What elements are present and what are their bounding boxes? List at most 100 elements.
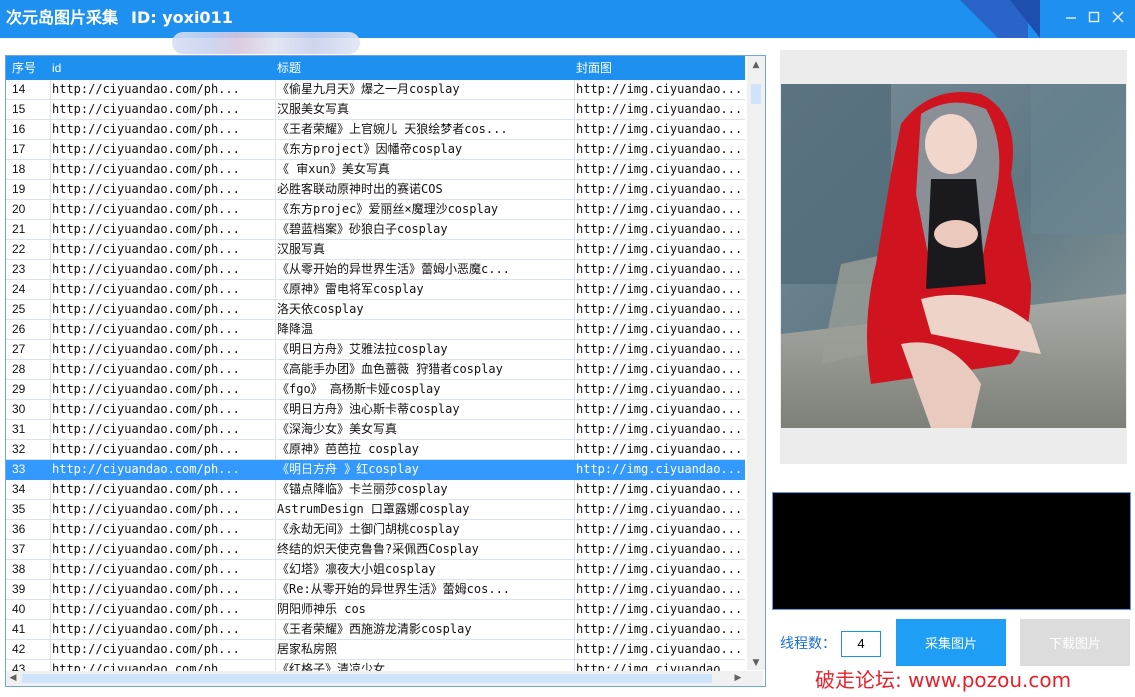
download-images-button[interactable]: 下载图片 (1020, 619, 1130, 666)
table-row[interactable]: 40 http://ciyuandao.com/ph... 阴阳师神乐 cos htt… (6, 600, 745, 620)
row-id: http://ciyuandao.com/ph... (52, 422, 240, 436)
minimize-icon[interactable] (1062, 10, 1080, 28)
scroll-right-arrow-icon[interactable]: ▶ (731, 671, 745, 686)
table-row[interactable]: 31 http://ciyuandao.com/ph... 《深海少女》美女写真 ht… (6, 420, 745, 440)
scroll-up-arrow-icon[interactable]: ▲ (747, 58, 765, 72)
row-cover: http://img.ciyuandao... (576, 462, 743, 476)
row-id: http://ciyuandao.com/ph... (52, 482, 240, 496)
row-number: 39 (12, 582, 26, 596)
scroll-down-arrow-icon[interactable]: ▼ (747, 656, 765, 670)
table-row[interactable]: 14 http://ciyuandao.com/ph... 《偷星九月天》爆之一月c… (6, 80, 745, 100)
row-cover: http://img.ciyuandao... (576, 102, 743, 116)
row-title: 《王者荣耀》西施游龙清影cosplay (277, 622, 472, 636)
row-number: 22 (12, 242, 26, 256)
row-cover: http://img.ciyuandao... (576, 642, 743, 656)
table-row[interactable]: 37 http://ciyuandao.com/ph... 终结的炽天使克鲁鲁?采佩… (6, 540, 745, 560)
maximize-icon[interactable] (1085, 10, 1103, 28)
row-title: 《原神》芭芭拉 cosplay (277, 442, 419, 456)
row-cover: http://img.ciyuandao... (576, 282, 743, 296)
column-header-no[interactable]: 序号 (12, 56, 36, 80)
column-header-title[interactable]: 标题 (277, 56, 301, 80)
table-row[interactable]: 28 http://ciyuandao.com/ph... 《高能手办团》血色蔷薇 … (6, 360, 745, 380)
window-title: 次元岛图片采集 (6, 8, 119, 27)
table-row[interactable]: 27 http://ciyuandao.com/ph... 《明日方舟》艾雅法拉co… (6, 340, 745, 360)
row-number: 40 (12, 602, 26, 616)
table-row[interactable]: 16 http://ciyuandao.com/ph... 《王者荣耀》上官婉儿 天… (6, 120, 745, 140)
row-cover: http://img.ciyuandao... (576, 502, 743, 516)
row-number: 32 (12, 442, 26, 456)
row-cover: http://img.ciyuandao... (576, 342, 743, 356)
image-list[interactable]: 序号 id 标题 封面图 14 http://ciyuandao.com/ph..… (5, 55, 766, 687)
row-cover: http://img.ciyuandao... (576, 422, 743, 436)
row-id: http://ciyuandao.com/ph... (52, 502, 240, 516)
table-row[interactable]: 26 http://ciyuandao.com/ph... 降降温 http://im… (6, 320, 745, 340)
row-title: 《永劫无间》土御门胡桃cosplay (277, 522, 460, 536)
table-row[interactable]: 20 http://ciyuandao.com/ph... 《东方projec》爱丽… (6, 200, 745, 220)
row-id: http://ciyuandao.com/ph... (52, 622, 240, 636)
vertical-scroll-thumb[interactable] (751, 84, 761, 104)
table-row[interactable]: 32 http://ciyuandao.com/ph... 《原神》芭芭拉 cosp… (6, 440, 745, 460)
horizontal-scrollbar[interactable]: ◀ ▶ (6, 671, 763, 686)
row-cover: http://img.ciyuandao... (576, 482, 743, 496)
row-cover: http://img.ciyuandao... (576, 602, 743, 616)
row-number: 27 (12, 342, 26, 356)
table-row[interactable]: 18 http://ciyuandao.com/ph... 《 审xun》美女写真 h… (6, 160, 745, 180)
close-icon[interactable] (1109, 10, 1127, 28)
titlebar-decoration (960, 0, 998, 38)
row-number: 19 (12, 182, 26, 196)
table-row[interactable]: 35 http://ciyuandao.com/ph... AstrumDesign… (6, 500, 745, 520)
row-cover: http://img.ciyuandao... (576, 322, 743, 336)
row-number: 24 (12, 282, 26, 296)
row-title: 《深海少女》美女写真 (277, 422, 398, 436)
row-number: 23 (12, 262, 26, 276)
scroll-left-arrow-icon[interactable]: ◀ (6, 671, 20, 686)
thread-count-input[interactable] (841, 631, 881, 657)
row-number: 16 (12, 122, 26, 136)
row-title: AstrumDesign 口罩露娜cosplay (277, 502, 470, 516)
table-row[interactable]: 34 http://ciyuandao.com/ph... 《锚点降临》卡兰丽莎co… (6, 480, 745, 500)
row-cover: http://img.ciyuandao... (576, 542, 743, 556)
table-row[interactable]: 19 http://ciyuandao.com/ph... 必胜客联动原神时出的赛诺… (6, 180, 745, 200)
table-row[interactable]: 25 http://ciyuandao.com/ph... 洛天依cosplay ht… (6, 300, 745, 320)
table-row[interactable]: 39 http://ciyuandao.com/ph... 《Re:从零开始的异世界… (6, 580, 745, 600)
row-title: 《明日方舟》艾雅法拉cosplay (277, 342, 448, 356)
row-cover: http://img.ciyuandao... (576, 442, 743, 456)
row-number: 42 (12, 642, 26, 656)
table-row[interactable]: 30 http://ciyuandao.com/ph... 《明日方舟》浊心斯卡蒂c… (6, 400, 745, 420)
table-row[interactable]: 15 http://ciyuandao.com/ph... 汉服美女写真 http:/… (6, 100, 745, 120)
collect-images-button[interactable]: 采集图片 (896, 619, 1006, 666)
horizontal-scroll-thumb[interactable] (22, 674, 712, 683)
vertical-scrollbar[interactable]: ▲ ▼ (747, 56, 765, 670)
column-header-id[interactable]: id (52, 56, 61, 80)
table-row[interactable]: 41 http://ciyuandao.com/ph... 《王者荣耀》西施游龙清影… (6, 620, 745, 640)
row-id: http://ciyuandao.com/ph... (52, 242, 240, 256)
row-id: http://ciyuandao.com/ph... (52, 122, 240, 136)
row-cover: http://img.ciyuandao... (576, 142, 743, 156)
table-row[interactable]: 22 http://ciyuandao.com/ph... 汉服写真 http://i… (6, 240, 745, 260)
row-title: 《原神》雷电将军cosplay (277, 282, 424, 296)
row-cover: http://img.ciyuandao... (576, 522, 743, 536)
row-title: 居家私房照 (277, 642, 338, 656)
table-row[interactable]: 23 http://ciyuandao.com/ph... 《从零开始的异世界生活》… (6, 260, 745, 280)
table-row[interactable]: 29 http://ciyuandao.com/ph... 《fgo》 高杨斯卡娅c… (6, 380, 745, 400)
user-id-label: ID: yoxi011 (131, 8, 233, 27)
table-row[interactable]: 24 http://ciyuandao.com/ph... 《原神》雷电将军cosp… (6, 280, 745, 300)
table-row[interactable]: 36 http://ciyuandao.com/ph... 《永劫无间》土御门胡桃c… (6, 520, 745, 540)
table-row[interactable]: 33 http://ciyuandao.com/ph... 《明日方舟 》红cosp… (6, 460, 745, 480)
row-id: http://ciyuandao.com/ph... (52, 102, 240, 116)
row-title: 《王者荣耀》上官婉儿 天狼绘梦者cos... (277, 122, 508, 136)
row-cover: http://img.ciyuandao... (576, 302, 743, 316)
row-title: 《高能手办团》血色蔷薇 狩猎者cosplay (277, 362, 503, 376)
row-id: http://ciyuandao.com/ph... (52, 322, 240, 336)
row-cover: http://img.ciyuandao... (576, 182, 743, 196)
list-rows: 14 http://ciyuandao.com/ph... 《偷星九月天》爆之一月c… (6, 80, 745, 686)
column-header-cover[interactable]: 封面图 (576, 56, 612, 80)
table-row[interactable]: 17 http://ciyuandao.com/ph... 《东方project》因… (6, 140, 745, 160)
table-row[interactable]: 21 http://ciyuandao.com/ph... 《碧蓝档案》砂狼白子co… (6, 220, 745, 240)
table-row[interactable]: 42 http://ciyuandao.com/ph... 居家私房照 http://… (6, 640, 745, 660)
table-row[interactable]: 38 http://ciyuandao.com/ph... 《幻塔》凛夜大小姐cos… (6, 560, 745, 580)
row-number: 34 (12, 482, 26, 496)
row-number: 21 (12, 222, 26, 236)
cover-preview-image (781, 84, 1126, 428)
row-title: 《fgo》 高杨斯卡娅cosplay (277, 382, 441, 396)
